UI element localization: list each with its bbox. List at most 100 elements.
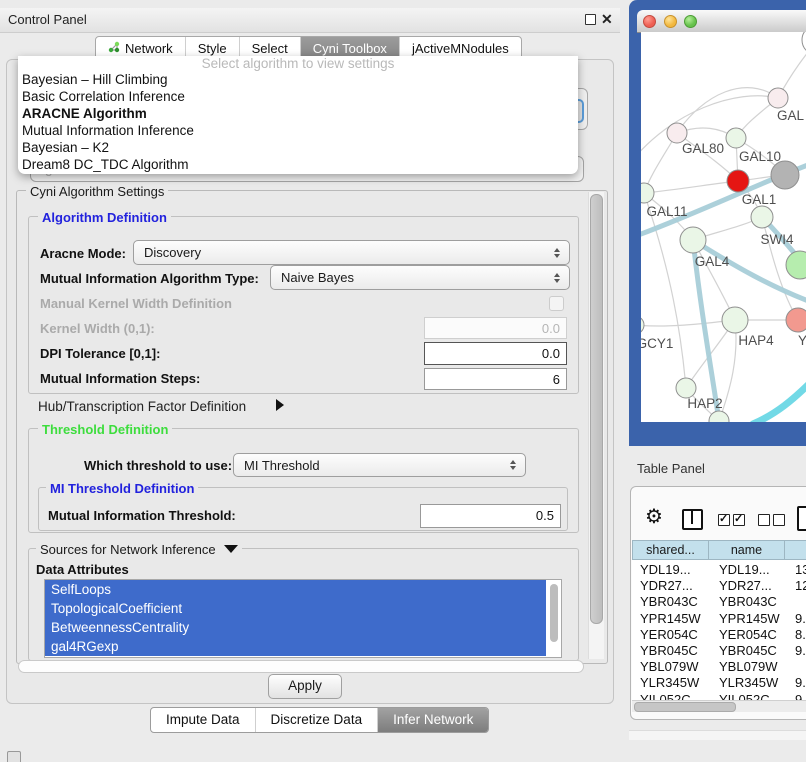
node-label-gal4: GAL4 [695, 254, 730, 269]
network-node[interactable] [786, 308, 806, 332]
aracne-mode-select[interactable]: Discovery [133, 240, 570, 265]
kernel-width-field[interactable]: 0.0 [424, 317, 567, 339]
expand-right-icon[interactable] [276, 399, 284, 411]
network-edge [641, 320, 735, 326]
network-node[interactable] [771, 161, 799, 189]
attribute-item-selfloops[interactable]: SelfLoops [45, 580, 546, 599]
table-row[interactable]: YPR145WYPR145W9. [632, 611, 806, 627]
table-cell: 8. [785, 627, 806, 643]
table-cell [785, 659, 806, 675]
collapse-down-icon[interactable] [224, 545, 238, 553]
data-attributes-label: Data Attributes [36, 562, 129, 577]
table-cell: YDR27... [709, 578, 785, 594]
network-node[interactable] [802, 32, 806, 55]
table-cell: YBL079W [709, 659, 785, 675]
table-row[interactable]: YDR27...YDR27...12 [632, 578, 806, 594]
mi-threshold-title: MI Threshold Definition [46, 481, 198, 496]
algorithm-option-aracne-algorithm[interactable]: ARACNE Algorithm [18, 105, 578, 122]
algorithm-option-bayesian-k2[interactable]: Bayesian – K2 [18, 139, 578, 156]
network-node[interactable] [680, 227, 706, 253]
bottom-left-widget[interactable] [7, 751, 21, 762]
table-cell: YIL052C [709, 692, 785, 701]
list-scrollbar-thumb[interactable] [550, 584, 558, 642]
node-label-gal1: GAL1 [742, 192, 777, 207]
new-table-icon[interactable] [797, 506, 806, 531]
threshold-definition-title: Threshold Definition [38, 422, 172, 437]
network-node[interactable] [667, 123, 687, 143]
float-window-icon[interactable] [585, 14, 596, 25]
algorithm-option-mutual-information-inference[interactable]: Mutual Information Inference [18, 122, 578, 139]
table-hscrollbar-thumb[interactable] [634, 702, 736, 712]
columns-icon[interactable] [682, 509, 703, 530]
hide-columns-icon[interactable] [758, 514, 785, 526]
network-node[interactable] [768, 88, 788, 108]
aracne-mode-value: Discovery [144, 245, 201, 260]
dpi-tolerance-field[interactable]: 0.0 [424, 342, 567, 365]
hub-factor-label: Hub/Transcription Factor Definition [38, 399, 246, 414]
mi-type-select[interactable]: Naive Bayes [270, 265, 570, 290]
network-node[interactable] [709, 411, 729, 422]
table-cell: YLR345W [632, 675, 709, 691]
tab-infer-network[interactable]: Infer Network [377, 708, 488, 732]
algorithm-option-basic-correlation-inference[interactable]: Basic Correlation Inference [18, 88, 578, 105]
table-row[interactable]: YDL19...YDL19...13 [632, 562, 806, 578]
table-cell: YBR043C [709, 594, 785, 610]
settings-hscrollbar[interactable] [18, 660, 584, 673]
unchecked-box-icon [758, 514, 770, 526]
unchecked-box-icon [773, 514, 785, 526]
show-columns-icon[interactable] [718, 514, 745, 526]
tab-impute-data[interactable]: Impute Data [151, 708, 255, 732]
table-row[interactable]: YBL079WYBL079W [632, 659, 806, 675]
mi-type-value: Naive Bayes [281, 270, 354, 285]
tab-discretize-data[interactable]: Discretize Data [255, 708, 378, 732]
network-node[interactable] [726, 128, 746, 148]
window-title: Control Panel [8, 12, 87, 27]
data-attributes-list[interactable]: SelfLoopsTopologicalCoefficientBetweenne… [44, 579, 562, 658]
table-cell: YPR145W [709, 611, 785, 627]
attribute-item-topologicalcoefficient[interactable]: TopologicalCoefficient [45, 599, 546, 618]
network-node[interactable] [727, 170, 749, 192]
column-header-shared[interactable]: shared... [632, 540, 709, 560]
node-label-hap2: HAP2 [687, 396, 722, 411]
zoom-traffic-light-icon[interactable] [684, 15, 697, 28]
mi-threshold-field[interactable]: 0.5 [420, 504, 561, 528]
mi-type-label: Mutual Information Algorithm Type: [40, 271, 259, 286]
close-traffic-light-icon[interactable] [643, 15, 656, 28]
network-node[interactable] [786, 251, 806, 279]
network-graph: GALGAL80GAL10GAL1GAL11SWI4GAL4HAP4YGCY1H… [641, 32, 806, 422]
mi-steps-field[interactable]: 6 [424, 368, 567, 390]
table-cell: YDL19... [632, 562, 709, 578]
table-row[interactable]: YLR345WYLR345W9. [632, 675, 806, 691]
apply-button[interactable]: Apply [268, 674, 342, 699]
attribute-item-betweennesscentrality[interactable]: BetweennessCentrality [45, 618, 546, 637]
minimize-traffic-light-icon[interactable] [664, 15, 677, 28]
network-view[interactable]: GALGAL80GAL10GAL1GAL11SWI4GAL4HAP4YGCY1H… [641, 32, 806, 422]
close-icon[interactable]: ✕ [601, 11, 613, 28]
table-row[interactable]: YIL052CYIL052C9 [632, 692, 806, 701]
network-node[interactable] [676, 378, 696, 398]
settings-vscrollbar-thumb[interactable] [590, 194, 603, 624]
screen: Control Panel ✕ NetworkStyleSelectCyni T… [0, 0, 806, 762]
table-row[interactable]: YER054CYER054C8. [632, 627, 806, 643]
table-cell: YER054C [709, 627, 785, 643]
column-header-a[interactable]: A [785, 540, 806, 560]
gear-icon[interactable]: ⚙ [645, 507, 663, 527]
table-row[interactable]: YBR045CYBR045C9. [632, 643, 806, 659]
manual-kernel-label: Manual Kernel Width Definition [40, 296, 232, 311]
algorithm-option-bayesian-hill-climbing[interactable]: Bayesian – Hill Climbing [18, 71, 578, 88]
network-node[interactable] [751, 206, 773, 228]
which-threshold-select[interactable]: MI Threshold [233, 453, 526, 477]
network-node[interactable] [722, 307, 748, 333]
table-row[interactable]: YBR043CYBR043C [632, 594, 806, 610]
column-header-name[interactable]: name [709, 540, 785, 560]
network-titlebar[interactable] [637, 10, 806, 33]
manual-kernel-checkbox[interactable] [549, 296, 564, 311]
node-label-hap4: HAP4 [738, 333, 774, 348]
algorithm-option-dream8-dc-tdc-algorithm[interactable]: Dream8 DC_TDC Algorithm [18, 156, 578, 173]
attribute-item-gal4rgexp[interactable]: gal4RGexp [45, 637, 546, 656]
node-table[interactable]: shared...nameA YDL19...YDL19...13YDR27..… [632, 540, 806, 700]
network-node[interactable] [641, 316, 644, 334]
table-cell: YBR045C [709, 643, 785, 659]
table-panel-footer [629, 730, 806, 740]
which-threshold-value: MI Threshold [244, 458, 320, 473]
